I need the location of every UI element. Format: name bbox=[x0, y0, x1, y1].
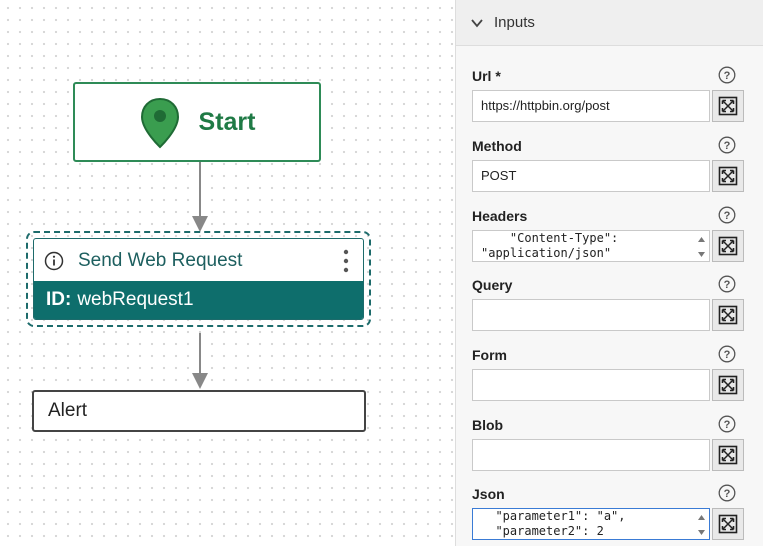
help-icon[interactable]: ? bbox=[718, 136, 736, 154]
url-input[interactable]: https://httpbin.org/post bbox=[472, 90, 710, 122]
connector-arrow bbox=[192, 333, 208, 389]
help-icon[interactable]: ? bbox=[718, 345, 736, 363]
query-label: Query bbox=[472, 277, 513, 293]
alert-node[interactable]: Alert bbox=[32, 390, 366, 432]
web-request-node-title: Send Web Request bbox=[78, 249, 243, 271]
expand-icon bbox=[718, 236, 738, 256]
expand-icon bbox=[718, 305, 738, 325]
expand-editor-button[interactable] bbox=[712, 90, 744, 122]
more-options-icon[interactable] bbox=[339, 247, 353, 275]
headers-line: "Content-Type": bbox=[481, 231, 619, 245]
svg-text:?: ? bbox=[724, 419, 731, 431]
expand-editor-button[interactable] bbox=[712, 299, 744, 331]
help-icon[interactable]: ? bbox=[718, 484, 736, 502]
web-request-node-header: Send Web Request bbox=[34, 239, 363, 282]
headers-textarea[interactable]: "Content-Type": "application/json" bbox=[472, 230, 710, 262]
node-id-value: webRequest1 bbox=[77, 289, 194, 310]
svg-text:?: ? bbox=[724, 349, 731, 361]
json-line: "parameter2": 2 bbox=[481, 524, 604, 538]
method-label: Method bbox=[472, 138, 522, 154]
json-textarea[interactable]: "parameter1": "a", "parameter2": 2 bbox=[472, 508, 710, 540]
headers-label: Headers bbox=[472, 208, 528, 224]
textarea-scrollbar[interactable] bbox=[697, 513, 706, 537]
connector-arrow bbox=[192, 162, 208, 232]
expand-icon bbox=[718, 166, 738, 186]
expand-editor-button[interactable] bbox=[712, 439, 744, 471]
help-icon[interactable]: ? bbox=[718, 415, 736, 433]
svg-text:?: ? bbox=[724, 488, 731, 500]
properties-panel: Inputs Url * ? https://httpbin.org/post … bbox=[455, 0, 763, 546]
expand-editor-button[interactable] bbox=[712, 230, 744, 262]
expand-icon bbox=[718, 514, 738, 534]
blob-input[interactable] bbox=[472, 439, 710, 471]
expand-icon bbox=[718, 375, 738, 395]
svg-text:?: ? bbox=[724, 210, 731, 222]
flow-canvas[interactable]: Start Send Web Request ID: webRequest1 A… bbox=[0, 0, 455, 546]
expand-icon bbox=[718, 445, 738, 465]
inputs-section-title: Inputs bbox=[494, 14, 535, 31]
web-request-node-id-bar: ID: webRequest1 bbox=[34, 281, 363, 319]
help-icon[interactable]: ? bbox=[718, 206, 736, 224]
inputs-section-header[interactable]: Inputs bbox=[456, 0, 763, 46]
json-label: Json bbox=[472, 486, 505, 502]
expand-editor-button[interactable] bbox=[712, 160, 744, 192]
help-icon[interactable]: ? bbox=[718, 275, 736, 293]
expand-editor-button[interactable] bbox=[712, 508, 744, 540]
id-prefix: ID: bbox=[46, 289, 72, 310]
expand-icon bbox=[718, 96, 738, 116]
expand-editor-button[interactable] bbox=[712, 369, 744, 401]
web-request-node[interactable]: Send Web Request ID: webRequest1 bbox=[26, 231, 371, 327]
form-input[interactable] bbox=[472, 369, 710, 401]
form-label: Form bbox=[472, 347, 507, 363]
chevron-down-icon bbox=[471, 18, 483, 27]
json-line: "parameter1": "a", bbox=[481, 509, 626, 523]
start-node-label: Start bbox=[198, 107, 256, 136]
svg-text:?: ? bbox=[724, 70, 731, 82]
blob-label: Blob bbox=[472, 417, 504, 433]
svg-text:?: ? bbox=[724, 140, 731, 152]
web-request-node-body[interactable]: Send Web Request ID: webRequest1 bbox=[33, 238, 364, 320]
help-icon[interactable]: ? bbox=[718, 66, 736, 84]
textarea-scrollbar[interactable] bbox=[697, 235, 706, 259]
start-node[interactable]: Start bbox=[73, 82, 321, 162]
map-pin-icon bbox=[140, 97, 179, 149]
method-input[interactable]: POST bbox=[472, 160, 710, 192]
query-input[interactable] bbox=[472, 299, 710, 331]
svg-text:?: ? bbox=[724, 279, 731, 291]
info-icon bbox=[44, 251, 64, 270]
url-label: Url * bbox=[472, 68, 501, 84]
headers-line: "application/json" bbox=[481, 246, 612, 260]
